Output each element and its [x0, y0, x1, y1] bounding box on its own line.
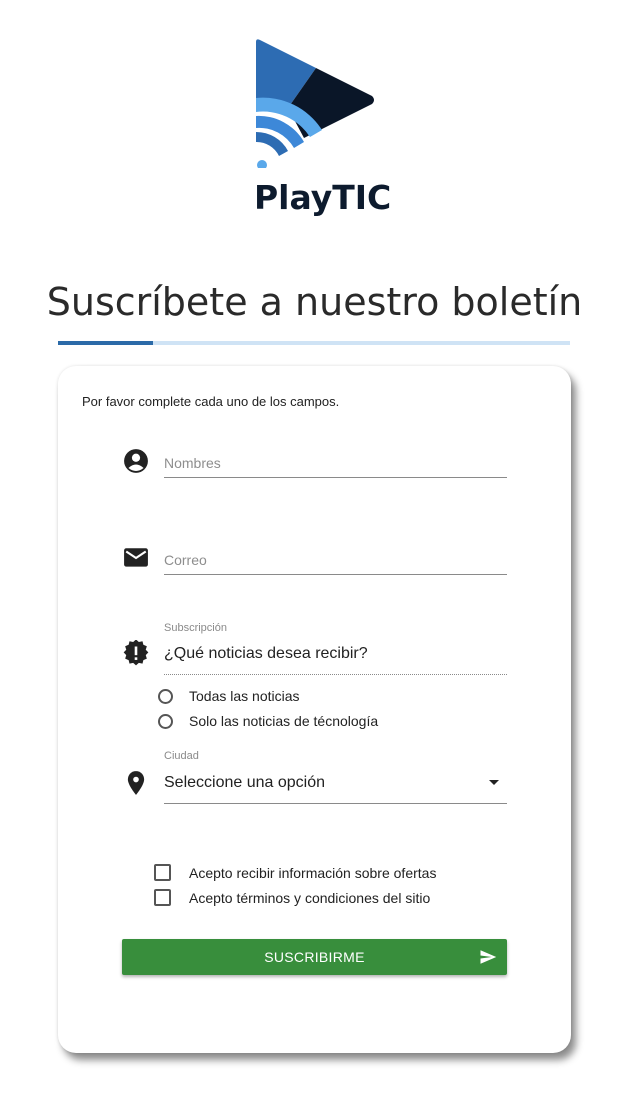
brand-logo: PlayTIC: [248, 38, 391, 224]
ciudad-label: Ciudad: [164, 750, 199, 762]
checkbox[interactable]: [154, 889, 171, 906]
ciudad-underline: [164, 803, 507, 804]
subscribe-button-label: SUSCRIBIRME: [264, 949, 365, 965]
checkbox-label: Acepto recibir información sobre ofertas: [189, 864, 437, 881]
subscription-form-card: Por favor complete cada uno de los campo…: [58, 366, 571, 1053]
radio-option-todas[interactable]: Todas las noticias: [158, 688, 300, 704]
chevron-down-icon[interactable]: [489, 780, 499, 785]
title-underline: [58, 341, 570, 345]
subscribe-button[interactable]: SUSCRIBIRME: [122, 939, 507, 975]
page-title: Suscríbete a nuestro boletín: [46, 280, 583, 324]
account-circle-icon: [124, 449, 148, 473]
check-terminos[interactable]: Acepto términos y condiciones del sitio: [154, 889, 430, 906]
subscripcion-underline: [164, 674, 507, 675]
location-pin-icon: [127, 771, 145, 795]
alert-badge-icon: [123, 640, 149, 666]
play-wifi-logo-icon: [256, 39, 374, 168]
send-icon: [480, 950, 497, 964]
radio-label: Todas las noticias: [189, 688, 300, 704]
form-intro-text: Por favor complete cada uno de los campo…: [82, 394, 340, 409]
correo-input[interactable]: [164, 545, 507, 575]
subscripcion-question: ¿Qué noticias desea recibir?: [164, 645, 368, 662]
checkbox-label: Acepto términos y condiciones del sitio: [189, 889, 431, 906]
checkbox[interactable]: [154, 864, 171, 881]
mail-icon: [124, 548, 148, 567]
radio-button[interactable]: [158, 688, 173, 704]
radio-label: Solo las noticias de técnología: [189, 713, 379, 729]
nombres-input[interactable]: [164, 448, 507, 478]
ciudad-select[interactable]: Seleccione una opción: [164, 774, 325, 792]
subscripcion-label: Subscripción: [164, 622, 227, 634]
title-underline-accent: [58, 341, 153, 345]
brand-name: PlayTIC: [254, 178, 392, 217]
radio-option-tecnologia[interactable]: Solo las noticias de técnología: [158, 713, 378, 729]
radio-button[interactable]: [158, 713, 173, 729]
check-ofertas[interactable]: Acepto recibir información sobre ofertas: [154, 864, 436, 881]
